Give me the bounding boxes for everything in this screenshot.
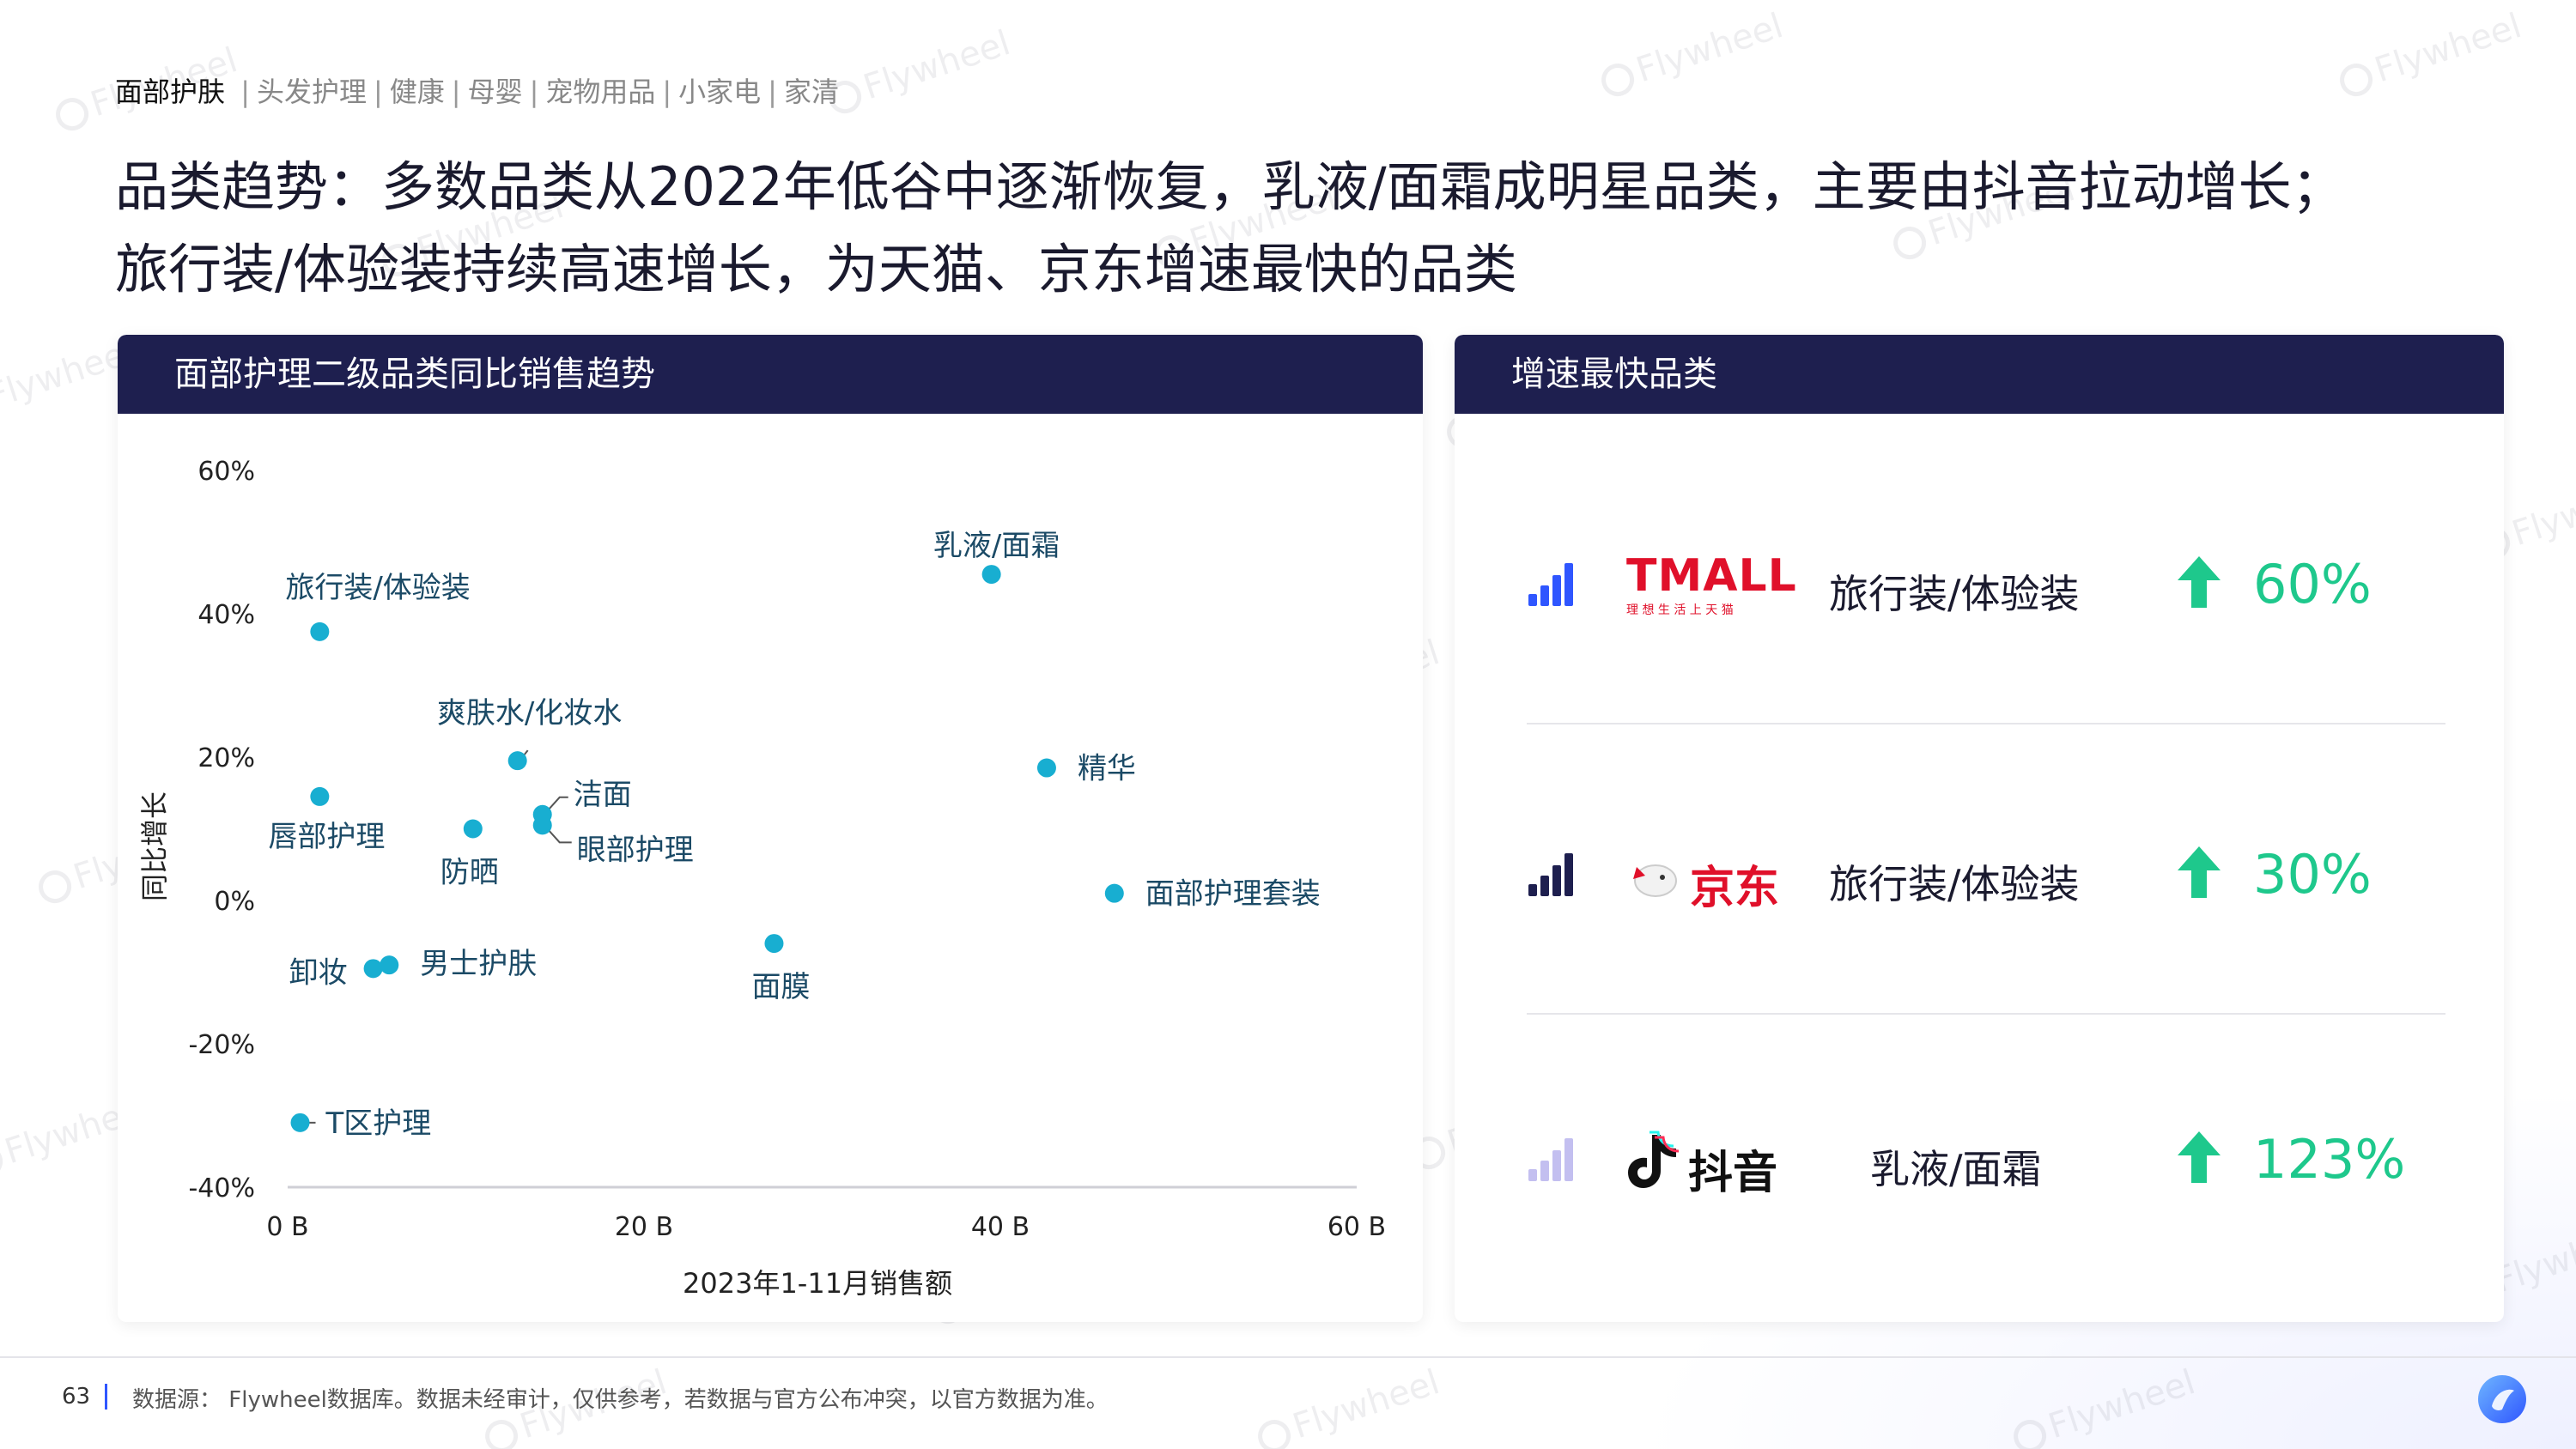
scatter-point [1036, 758, 1056, 778]
nav-item[interactable]: 宠物用品 [545, 76, 655, 108]
scatter-point [507, 751, 527, 771]
point-label: 男士护肤 [420, 947, 537, 981]
point-label: 洁面 [574, 778, 632, 812]
scatter-point [310, 621, 330, 641]
data-source-note: 数据源： Flywheel数据库。数据未经审计，仅供参考，若数据与官方公布冲突，… [132, 1387, 1109, 1413]
y-tick-label: -40% [188, 1173, 255, 1203]
nav-item[interactable]: 头发护理 [257, 76, 367, 108]
watermark: Flywheel [1595, 6, 1788, 102]
point-label: 精华 [1078, 752, 1136, 786]
signal-bars-icon [1528, 563, 1580, 606]
growth-row-tmall: TMALL 理 想 生 活 上 天 猫 旅行装/体验装 60% [1455, 532, 2504, 635]
growth-percent: 60% [2253, 553, 2372, 615]
growth-row-jd: 京东 旅行装/体验装 30% [1455, 822, 2504, 925]
y-tick-label: -20% [188, 1030, 255, 1060]
scatter-point [532, 815, 552, 835]
fastest-growth-panel: 增速最快品类 TMALL 理 想 生 活 上 天 猫 旅行装/体验装 60% 京… [1455, 335, 2504, 1322]
row-divider [1527, 723, 2445, 724]
title-line-2: 旅行装/体验装持续高速增长，为天猫、京东增速最快的品类 [115, 238, 1517, 300]
nav-separator: | [529, 76, 539, 108]
scatter-panel: 面部护理二级品类同比销售趋势 60% 40% 20% 0% -20% -40% 0 B 20 … [118, 335, 1423, 1322]
y-tick-label: 20% [197, 743, 255, 773]
point-label: 卸妆 [289, 955, 348, 990]
point-label: 旅行装/体验装 [285, 571, 470, 605]
douyin-note-icon [1628, 1131, 1680, 1188]
growth-percent: 30% [2253, 843, 2372, 906]
point-label: 面部护理套装 [1145, 877, 1321, 912]
flywheel-logo-icon [2478, 1375, 2526, 1423]
y-tick-label: 40% [197, 600, 255, 630]
scatter-point [463, 819, 483, 839]
y-tick-label: 0% [214, 887, 255, 917]
nav-item[interactable]: 家清 [784, 76, 839, 108]
growth-category: 旅行装/体验装 [1829, 861, 2080, 907]
point-label: 面膜 [751, 970, 810, 1004]
x-tick-label: 60 B [1327, 1212, 1386, 1242]
watermark: Flywheel [1252, 1362, 1444, 1449]
signal-bars-icon [1528, 1138, 1580, 1181]
scatter-point [380, 955, 399, 975]
point-label: 乳液/面霜 [933, 529, 1060, 563]
nav-separator: | [451, 76, 461, 108]
growth-row-douyin: 抖音 乳液/面霜 123% [1455, 1107, 2504, 1210]
growth-percent: 123% [2253, 1128, 2406, 1191]
page-title: 品类趋势：多数品类从2022年低谷中逐渐恢复，乳液/面霜成明星品类，主要由抖音拉… [115, 146, 2485, 311]
category-nav: 面部护肤 | 头发护理 | 健康 | 母婴 | 宠物用品 | 小家电 | 家清 [115, 70, 839, 110]
douyin-logo: 抖音 [1626, 1126, 1798, 1199]
scatter-point [363, 959, 383, 979]
scatter-point [981, 565, 1001, 585]
title-line-1: 品类趋势：多数品类从2022年低谷中逐渐恢复，乳液/面霜成明星品类，主要由抖音拉… [115, 155, 2345, 218]
x-axis-label: 2023年1-11月销售额 [683, 1267, 953, 1300]
nav-separator: | [373, 76, 383, 108]
x-tick-label: 0 B [266, 1212, 308, 1242]
nav-separator: | [240, 76, 250, 108]
tmall-logo: TMALL 理 想 生 活 上 天 猫 [1626, 550, 1797, 617]
nav-separator: | [768, 76, 777, 108]
scatter-point [764, 934, 784, 954]
point-label: 爽肤水/化妆水 [437, 696, 622, 731]
point-label: 唇部护理 [268, 820, 385, 854]
jd-dog-icon [1633, 864, 1677, 897]
page-number: 63 [62, 1384, 91, 1410]
y-tick-label: 60% [197, 457, 255, 487]
scatter-chart: 60% 40% 20% 0% -20% -40% 0 B 20 B 40 B 60 B 旅行装/体验… [188, 457, 1386, 1242]
y-axis-label: 同比增长 [138, 791, 171, 901]
up-arrow-icon [2178, 1131, 2221, 1183]
x-tick-label: 20 B [615, 1212, 673, 1242]
row-divider [1527, 1013, 2445, 1015]
scatter-point [290, 1113, 310, 1132]
growth-category: 乳液/面霜 [1870, 1146, 2042, 1192]
point-label: T区护理 [325, 1106, 432, 1141]
page-number-bar [105, 1384, 107, 1410]
growth-category: 旅行装/体验装 [1829, 571, 2080, 617]
watermark: Flywheel [823, 23, 1015, 119]
jd-logo: 京东 [1626, 841, 1798, 914]
up-arrow-icon [2178, 556, 2221, 608]
scatter-point [310, 786, 330, 806]
point-label: 防晒 [440, 856, 499, 890]
signal-bars-icon [1528, 853, 1580, 896]
fastest-growth-panel-title: 增速最快品类 [1455, 335, 2504, 414]
point-label: 眼部护理 [577, 833, 694, 867]
nav-item-active[interactable]: 面部护肤 [115, 76, 225, 108]
nav-item[interactable]: 母婴 [468, 76, 523, 108]
scatter-point [1104, 883, 1124, 903]
nav-item[interactable]: 健康 [390, 76, 445, 108]
up-arrow-icon [2178, 846, 2221, 898]
scatter-panel-title: 面部护理二级品类同比销售趋势 [118, 335, 1423, 414]
nav-separator: | [662, 76, 672, 108]
watermark: Flywheel [2334, 6, 2526, 102]
footer-divider [0, 1356, 2576, 1358]
x-tick-label: 40 B [971, 1212, 1030, 1242]
nav-item[interactable]: 小家电 [678, 76, 761, 108]
